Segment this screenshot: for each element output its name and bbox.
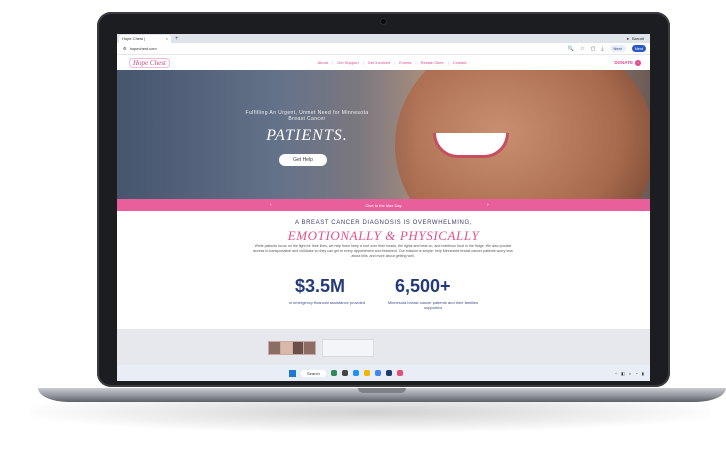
close-tab-icon[interactable]: × (166, 36, 168, 41)
taskbar-icons: Search (289, 369, 403, 377)
new-tab-button[interactable]: + (175, 36, 179, 42)
stat-value-families: 6,500+ (395, 276, 451, 296)
next-pill[interactable]: Next (631, 45, 646, 52)
nav-sep: | (362, 60, 364, 65)
lower-section (117, 329, 650, 365)
tray-battery-icon[interactable]: ▮ (642, 371, 644, 376)
laptop-notch (358, 388, 406, 393)
section-paragraph: While patients focus on the fight for th… (253, 244, 513, 258)
laptop-base (38, 388, 726, 402)
nav-about[interactable]: About (318, 60, 328, 65)
tab-title: Hope Chest | (122, 36, 146, 41)
store-icon[interactable] (385, 370, 392, 376)
address-bar: ⚙ hopechest.com 🔍 ☆ ▢ ⤓ Next Next (117, 43, 650, 55)
download-icon[interactable]: ⤓ (601, 46, 603, 52)
banner-text[interactable]: Give to the Max Day (365, 203, 401, 208)
stat-label-assistance: in emergency financial assistance provid… (288, 300, 366, 305)
star-icon[interactable]: ☆ (580, 46, 584, 52)
tray-network-icon[interactable]: ◧ (621, 371, 625, 376)
tray-chevron-icon[interactable]: ^ (615, 371, 617, 376)
nav-resale-store[interactable]: Resale Store (421, 60, 444, 65)
task-view-icon[interactable] (341, 370, 348, 376)
stat-value-assistance: $3.5M (295, 276, 346, 296)
screen: Hope Chest | × + ● Barratt ⚙ hopechest.c… (117, 34, 650, 381)
banner-next-icon[interactable]: › (487, 202, 489, 208)
laptop-lid: Hope Chest | × + ● Barratt ⚙ hopechest.c… (97, 12, 670, 387)
site-logo[interactable]: Hope Chest (129, 57, 170, 68)
url-text: hopechest.com (129, 46, 157, 51)
get-help-button[interactable]: Get Help (279, 154, 327, 166)
account-icon[interactable]: ● (627, 36, 629, 41)
system-tray: ^ ◧ ◐ ◔ ▮ (615, 371, 644, 376)
widgets-icon[interactable] (330, 370, 337, 376)
taskbar-search[interactable]: Search (301, 369, 326, 377)
edge-icon[interactable] (352, 370, 359, 376)
site-nav: About | Get Support | Get Involved | Events… (318, 60, 467, 65)
zoom-icon[interactable]: 🔍 (568, 46, 574, 52)
account-label[interactable]: Barratt (632, 36, 644, 41)
os-taskbar: Search ^ ◧ ◐ ◔ ▮ (117, 365, 650, 381)
camera (381, 19, 386, 24)
section-emphasis: EMOTIONALLY & PHYSICALLY (287, 228, 480, 243)
url-field[interactable]: ⚙ hopechest.com (123, 46, 157, 51)
section-heading: A BREAST CANCER DIAGNOSIS IS OVERWHELMIN… (294, 220, 472, 226)
donate-label: DONATE (614, 60, 633, 65)
app-icon[interactable] (396, 370, 403, 376)
browser-tabbar: Hope Chest | × + ● Barratt (117, 34, 650, 43)
arrow-right-icon: › (634, 59, 641, 66)
hero-title: PATIENTS. (266, 127, 348, 144)
hero: Fulfilling An Urgent, Unmet Need for Min… (117, 70, 650, 199)
nav-sep: | (332, 60, 334, 65)
nav-sep: | (415, 60, 417, 65)
nav-get-involved[interactable]: Get Involved (368, 60, 390, 65)
nav-contact[interactable]: Contact (453, 60, 467, 65)
profile-pill[interactable]: Next (609, 45, 626, 52)
nav-sep: | (447, 60, 449, 65)
address-icons: 🔍 ☆ ▢ ⤓ Next Next (568, 45, 646, 52)
promo-banner: ‹ Give to the Max Day › (117, 199, 650, 211)
donate-button[interactable]: DONATE › (614, 59, 641, 66)
nav-sep: | (394, 60, 396, 65)
site-header: Hope Chest About | Get Support | Get Invol… (117, 55, 650, 70)
nav-get-support[interactable]: Get Support (337, 60, 359, 65)
folder-icon[interactable] (363, 370, 370, 376)
main-content: A BREAST CANCER DIAGNOSIS IS OVERWHELMIN… (117, 211, 650, 329)
banner-prev-icon[interactable]: ‹ (270, 202, 272, 208)
windows-start-icon[interactable] (289, 369, 296, 377)
photo-strip-thumbnail[interactable] (268, 341, 316, 355)
chrome-icon[interactable] (374, 370, 381, 376)
tabbar-right: ● Barratt (627, 36, 644, 41)
tray-wifi-icon[interactable]: ◔ (635, 371, 637, 376)
stat-label-families: Minnesota breast cancer patients and the… (387, 300, 479, 310)
nav-events[interactable]: Events (399, 60, 411, 65)
hero-subtitle: Fulfilling An Urgent, Unmet Need for Min… (245, 110, 369, 122)
browser-tab[interactable]: Hope Chest | × (119, 34, 171, 43)
card-thumbnail[interactable] (322, 339, 374, 357)
site-info-icon[interactable]: ⚙ (123, 46, 127, 51)
sidebar-icon[interactable]: ▢ (591, 46, 596, 52)
tray-volume-icon[interactable]: ◐ (629, 371, 631, 376)
